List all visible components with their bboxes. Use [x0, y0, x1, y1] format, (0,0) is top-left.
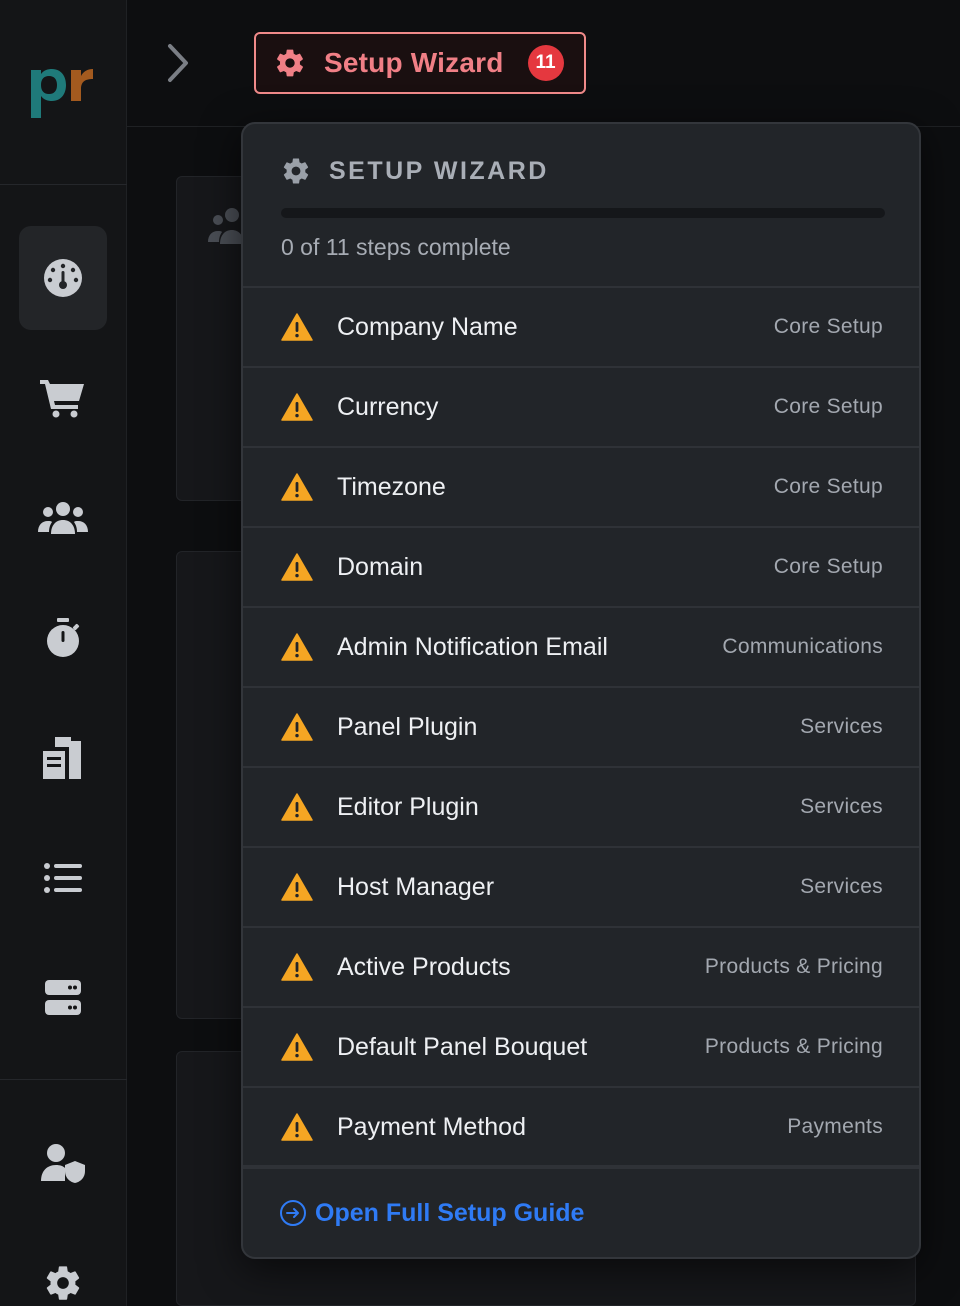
setup-step-category: Core Setup: [773, 315, 883, 338]
setup-step-category: Payments: [787, 1115, 883, 1138]
warning-icon: [281, 633, 313, 661]
setup-step-category: Communications: [722, 635, 883, 658]
setup-step-name: Domain: [337, 552, 424, 581]
sidebar-item-settings[interactable]: [19, 1231, 107, 1306]
warning-icon: [281, 553, 313, 581]
pending-steps-badge: 11: [527, 45, 564, 81]
setup-step-name: Active Products: [337, 952, 511, 981]
invoices-icon: [43, 737, 81, 779]
setup-step-category: Core Setup: [773, 395, 883, 418]
step-list: Company Name Core Setup Currency Core Se…: [243, 288, 919, 1168]
setup-step-name: Panel Plugin: [337, 712, 478, 741]
setup-step[interactable]: Default Panel Bouquet Products & Pricing: [243, 1008, 919, 1088]
warning-icon: [281, 1113, 313, 1141]
setup-step-name: Timezone: [337, 472, 446, 501]
setup-step-category: Services: [800, 875, 883, 898]
setup-step[interactable]: Domain Core Setup: [243, 528, 919, 608]
setup-step[interactable]: Panel Plugin Services: [243, 688, 919, 768]
sidebar-item-servers[interactable]: [19, 946, 107, 1050]
sidebar-item-clients[interactable]: [19, 466, 107, 570]
cart-icon: [40, 380, 84, 418]
setup-step-name: Company Name: [337, 312, 518, 341]
sidebar-divider: [0, 1079, 127, 1080]
users-icon: [208, 208, 244, 244]
logo[interactable]: [0, 0, 127, 185]
warning-icon: [281, 473, 313, 501]
warning-icon: [281, 793, 313, 821]
sidebar: [0, 0, 127, 1306]
setup-step-name: Default Panel Bouquet: [337, 1032, 588, 1061]
setup-step-name: Payment Method: [337, 1112, 526, 1141]
warning-icon: [281, 393, 313, 421]
gear-icon: [46, 1266, 80, 1300]
panel-title-text: SETUP WIZARD: [329, 156, 549, 185]
setup-step-category: Services: [800, 715, 883, 738]
warning-icon: [281, 1033, 313, 1061]
users-icon: [38, 502, 88, 534]
open-setup-guide-link[interactable]: Open Full Setup Guide: [243, 1165, 919, 1257]
gear-icon: [277, 49, 303, 77]
setup-step-category: Services: [800, 795, 883, 818]
server-icon: [45, 980, 81, 1015]
sidebar-item-orders[interactable]: [19, 346, 107, 450]
setup-step-name: Admin Notification Email: [337, 632, 608, 661]
progress-bar: [281, 208, 885, 218]
chevron-right-icon[interactable]: [164, 42, 192, 84]
sidebar-item-dashboard[interactable]: [19, 226, 107, 330]
setup-step-name: Editor Plugin: [337, 792, 479, 821]
setup-step-category: Core Setup: [773, 555, 883, 578]
admin-shield-icon: [41, 1144, 85, 1183]
list-icon: [44, 863, 82, 893]
panel-header: SETUP WIZARD 0 of 11 steps complete: [243, 124, 919, 288]
warning-icon: [281, 953, 313, 981]
logo-mark: [31, 69, 93, 118]
sidebar-item-billing[interactable]: [19, 706, 107, 810]
arrow-circle-right-icon: [280, 1200, 306, 1226]
setup-step[interactable]: Active Products Products & Pricing: [243, 928, 919, 1008]
setup-step[interactable]: Host Manager Services: [243, 848, 919, 928]
dashboard-icon: [44, 259, 82, 297]
setup-wizard-panel: SETUP WIZARD 0 of 11 steps complete Comp…: [241, 122, 921, 1259]
stopwatch-icon: [47, 618, 80, 657]
setup-step-category: Products & Pricing: [704, 955, 883, 978]
sidebar-item-timer[interactable]: [19, 586, 107, 690]
setup-step[interactable]: Currency Core Setup: [243, 368, 919, 448]
setup-step-name: Currency: [337, 392, 439, 421]
setup-step-category: Products & Pricing: [704, 1035, 883, 1058]
gear-icon: [283, 158, 309, 184]
setup-step[interactable]: Editor Plugin Services: [243, 768, 919, 848]
sidebar-item-tasks[interactable]: [19, 826, 107, 930]
setup-step[interactable]: Company Name Core Setup: [243, 288, 919, 368]
setup-step[interactable]: Timezone Core Setup: [243, 448, 919, 528]
open-setup-guide-label: Open Full Setup Guide: [315, 1198, 585, 1227]
warning-icon: [281, 873, 313, 901]
warning-icon: [281, 713, 313, 741]
setup-step[interactable]: Admin Notification Email Communications: [243, 608, 919, 688]
sidebar-item-admins[interactable]: [19, 1111, 107, 1215]
setup-wizard-label: Setup Wizard: [324, 47, 504, 78]
setup-step-name: Host Manager: [337, 872, 495, 901]
setup-step[interactable]: Payment Method Payments: [243, 1088, 919, 1168]
setup-wizard-button[interactable]: Setup Wizard 11: [254, 32, 586, 94]
setup-step-category: Core Setup: [773, 475, 883, 498]
progress-text: 0 of 11 steps complete: [281, 234, 511, 260]
warning-icon: [281, 313, 313, 341]
panel-title: SETUP WIZARD: [281, 156, 549, 186]
